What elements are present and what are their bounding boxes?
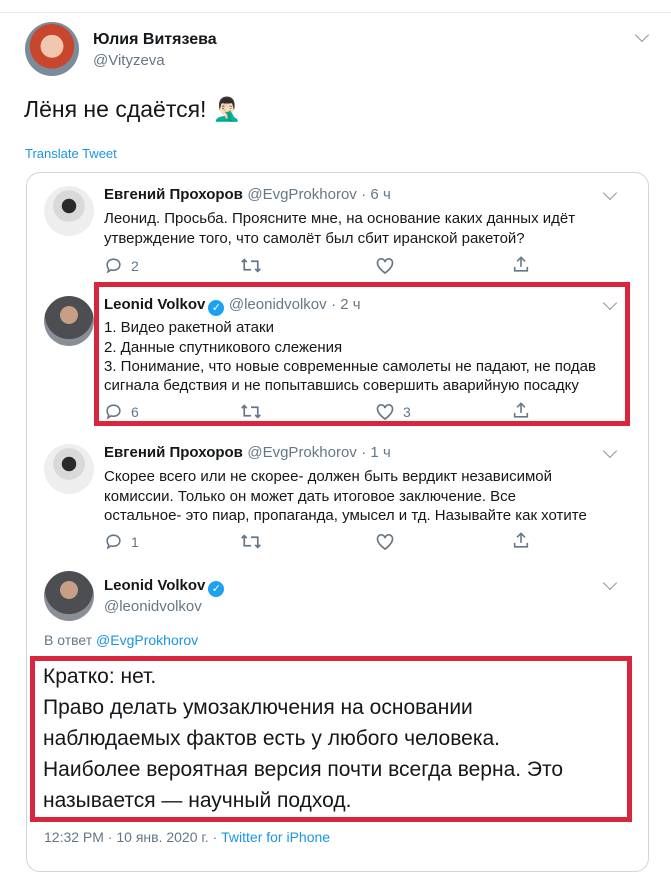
- translate-tweet-link[interactable]: Translate Tweet: [25, 146, 117, 161]
- like-button[interactable]: [375, 532, 395, 551]
- user-handle[interactable]: @leonidvolkov: [104, 598, 202, 615]
- tweet-header: Leonid Volkov ✓ @leonidvolkov · 2 ч: [104, 296, 361, 316]
- facepalm-emoji-icon: 🤦🏻‍♂️: [212, 96, 242, 122]
- like-button[interactable]: 3: [375, 402, 411, 421]
- tweet-line: Леонид. Просьба. Проясните мне, на основ…: [104, 210, 576, 227]
- user-name[interactable]: Leonid Volkov: [104, 296, 205, 313]
- timestamp[interactable]: · 2 ч: [331, 296, 361, 313]
- avatar[interactable]: [44, 186, 94, 236]
- source-link[interactable]: Twitter for iPhone: [221, 829, 330, 845]
- reply-author: Leonid Volkov ✓: [104, 577, 225, 597]
- user-handle[interactable]: @EvgProkhorov: [247, 186, 356, 203]
- share-icon: [513, 532, 529, 548]
- retweet-button[interactable]: [240, 532, 262, 551]
- avatar[interactable]: [44, 571, 94, 621]
- reply-count: 2: [131, 257, 139, 274]
- author-name[interactable]: Юлия Витязева: [93, 31, 217, 49]
- reply-line: Право делать умозаключения на основании: [43, 696, 473, 719]
- reply-to-link[interactable]: @EvgProkhorov: [96, 632, 198, 648]
- user-handle[interactable]: @leonidvolkov: [229, 296, 327, 313]
- reply-timestamp[interactable]: 12:32 PM · 10 янв. 2020 г. ·: [44, 829, 221, 845]
- retweet-icon: [241, 258, 261, 273]
- reply-meta: 12:32 PM · 10 янв. 2020 г. · Twitter for…: [44, 829, 330, 845]
- reply-button[interactable]: 6: [104, 402, 139, 421]
- heart-icon: [376, 534, 394, 551]
- reply-count: 6: [131, 403, 139, 420]
- verified-badge-icon: ✓: [208, 581, 225, 597]
- tweet-line: Скорее всего или не скорее- должен быть …: [104, 468, 553, 485]
- share-icon: [513, 402, 529, 418]
- user-name[interactable]: Евгений Прохоров: [104, 444, 243, 461]
- tweet-line: утверждение того, что самолёт был сбит и…: [104, 230, 525, 247]
- reply-line: называется — научный подход.: [43, 789, 352, 812]
- reply-context: В ответ @EvgProkhorov: [44, 632, 198, 648]
- top-divider: [0, 12, 671, 13]
- retweet-button[interactable]: [240, 402, 262, 421]
- reply-button[interactable]: 1: [104, 532, 139, 551]
- share-button[interactable]: [512, 255, 530, 274]
- like-count: 3: [403, 403, 411, 420]
- like-button[interactable]: [375, 256, 395, 275]
- reply-icon: [106, 404, 121, 420]
- timestamp[interactable]: · 1 ч: [361, 444, 391, 461]
- verified-badge-icon: ✓: [208, 300, 225, 316]
- reply-button[interactable]: 2: [104, 256, 139, 275]
- retweet-icon: [241, 534, 261, 549]
- share-button[interactable]: [512, 401, 530, 420]
- tweet-line: 1. Видео ракетной атаки: [104, 319, 274, 336]
- tweet-line: 2. Данные спутникового слежения: [104, 339, 343, 356]
- share-button[interactable]: [512, 531, 530, 550]
- reply-line: Наиболее вероятная версия почти всегда в…: [43, 758, 564, 781]
- timestamp[interactable]: · 6 ч: [361, 186, 391, 203]
- chevron-down-icon[interactable]: [634, 27, 650, 43]
- reply-line: Кратко: нет.: [43, 665, 157, 688]
- avatar[interactable]: [44, 296, 94, 346]
- author-avatar[interactable]: [25, 22, 79, 76]
- tweet-line: комиссии. Только он может дать итоговое …: [104, 488, 517, 505]
- reply-count: 1: [131, 533, 139, 550]
- reply-line: наблюдаемых фактов есть у любого человек…: [43, 727, 500, 750]
- heart-icon: [376, 258, 394, 275]
- reply-prefix: В ответ: [44, 632, 93, 648]
- reply-icon: [106, 534, 121, 550]
- tweet-header: Евгений Прохоров @EvgProkhorov · 1 ч: [104, 444, 391, 462]
- tweet-line: сигнала бедствия и не попытавшись соверш…: [104, 377, 579, 394]
- user-handle[interactable]: @EvgProkhorov: [247, 444, 356, 461]
- avatar[interactable]: [44, 444, 94, 494]
- user-name[interactable]: Евгений Прохоров: [104, 186, 243, 203]
- share-icon: [513, 256, 529, 272]
- heart-icon: [376, 404, 394, 421]
- retweet-icon: [241, 404, 261, 419]
- tweet-text: Лёня не сдаётся! 🤦🏻‍♂️: [24, 96, 241, 123]
- tweet-line: 3. Понимание, что новые современные само…: [104, 358, 596, 375]
- reply-icon: [106, 258, 121, 274]
- tweet-text-content: Лёня не сдаётся!: [24, 96, 207, 122]
- retweet-button[interactable]: [240, 256, 262, 275]
- tweet-line: остальное- это пиар, пропаганда, умысел …: [104, 507, 587, 524]
- author-handle[interactable]: @Vityzeva: [93, 52, 165, 69]
- user-name[interactable]: Leonid Volkov: [104, 577, 205, 594]
- tweet-header: Евгений Прохоров @EvgProkhorov · 6 ч: [104, 186, 391, 204]
